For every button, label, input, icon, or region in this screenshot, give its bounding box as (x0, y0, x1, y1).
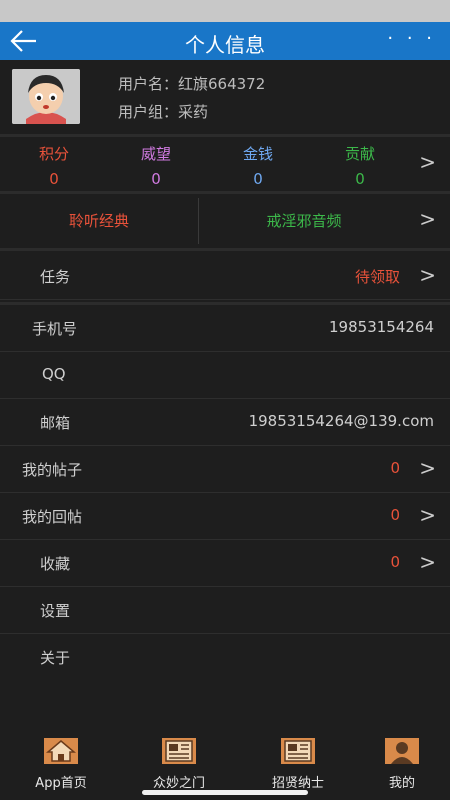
cartoon-avatar-icon (12, 69, 80, 124)
tab-recruit-label: 招贤纳士 (271, 776, 324, 791)
settings-label: 设置 (40, 602, 71, 620)
stat-money[interactable]: 金钱 0 (213, 143, 303, 188)
page-title: 个人信息 (185, 33, 265, 57)
stat-contribution[interactable]: 贡献 0 (315, 143, 405, 188)
username-text: 用户名：红旗664372 (118, 75, 266, 93)
chevron-right-icon[interactable]: > (419, 456, 436, 480)
qq-row[interactable]: QQ (0, 352, 450, 399)
newspaper-icon (162, 738, 196, 764)
my-posts-label: 我的帖子 (22, 461, 83, 479)
task-status: 待领取 (354, 268, 400, 286)
phone-value: 19853154264 (329, 318, 434, 336)
status-bar (0, 0, 450, 22)
email-row[interactable]: 邮箱 19853154264@139.com (0, 399, 450, 446)
home-icon (44, 738, 78, 764)
my-replies-row[interactable]: 我的回帖 0 > (0, 493, 450, 540)
stat-money-value: 0 (253, 170, 263, 188)
stat-prestige[interactable]: 威望 0 (111, 143, 201, 188)
stat-points-label: 积分 (38, 145, 69, 163)
qq-label: QQ (42, 365, 66, 383)
stat-points-value: 0 (49, 170, 59, 188)
stat-prestige-label: 威望 (140, 145, 171, 163)
chevron-right-icon[interactable]: > (419, 207, 436, 231)
chevron-right-icon[interactable]: > (419, 150, 436, 174)
stat-contribution-value: 0 (355, 170, 365, 188)
tab-home-label: App首页 (35, 776, 87, 791)
profile-header: 用户名：红旗664372 用户组：采药 (0, 60, 450, 134)
stat-contribution-label: 贡献 (344, 145, 375, 163)
email-value: 19853154264@139.com (248, 412, 434, 430)
tab-mine-label: 我的 (388, 776, 415, 791)
tab-recruit[interactable]: 招贤纳士 (248, 738, 348, 791)
settings-row[interactable]: 设置 (0, 587, 450, 634)
phone-row[interactable]: 手机号 19853154264 (0, 305, 450, 352)
media-row: 聆听经典 戒淫邪音频 > (0, 194, 450, 248)
listen-classics-button[interactable]: 聆听经典 (0, 194, 198, 248)
profile-icon (385, 738, 419, 764)
chevron-right-icon[interactable]: > (419, 263, 436, 287)
favorites-count: 0 (390, 553, 400, 571)
newspaper-icon (281, 738, 315, 764)
avatar[interactable] (12, 69, 80, 124)
my-replies-label: 我的回帖 (22, 508, 83, 526)
favorites-row[interactable]: 收藏 0 > (0, 540, 450, 587)
stat-money-label: 金钱 (242, 145, 273, 163)
stat-prestige-value: 0 (151, 170, 161, 188)
task-row[interactable]: 任务 待领取 > (0, 253, 450, 300)
stat-points[interactable]: 积分 0 (9, 143, 99, 188)
tab-gate[interactable]: 众妙之门 (129, 738, 229, 791)
task-label: 任务 (40, 268, 71, 286)
home-indicator[interactable] (142, 790, 308, 795)
stats-row[interactable]: 积分 0 威望 0 金钱 0 贡献 0 > (0, 137, 450, 191)
phone-label: 手机号 (32, 320, 78, 338)
about-label: 关于 (40, 649, 71, 667)
divider (0, 248, 450, 251)
chevron-right-icon[interactable]: > (419, 550, 436, 574)
user-group-text: 用户组：采药 (118, 103, 209, 121)
top-nav-bar: 个人信息 · · · (0, 22, 450, 60)
my-replies-count: 0 (390, 506, 400, 524)
more-options-icon[interactable]: · · · (387, 28, 436, 49)
tab-gate-label: 众妙之门 (152, 776, 205, 791)
email-label: 邮箱 (40, 414, 71, 432)
my-posts-count: 0 (390, 459, 400, 477)
tab-home[interactable]: App首页 (11, 738, 111, 791)
about-row[interactable]: 关于 (0, 634, 450, 681)
my-posts-row[interactable]: 我的帖子 0 > (0, 446, 450, 493)
chevron-right-icon[interactable]: > (419, 503, 436, 527)
tab-mine[interactable]: 我的 (352, 738, 450, 791)
favorites-label: 收藏 (40, 555, 71, 573)
audio-button[interactable]: 戒淫邪音频 (199, 194, 409, 248)
